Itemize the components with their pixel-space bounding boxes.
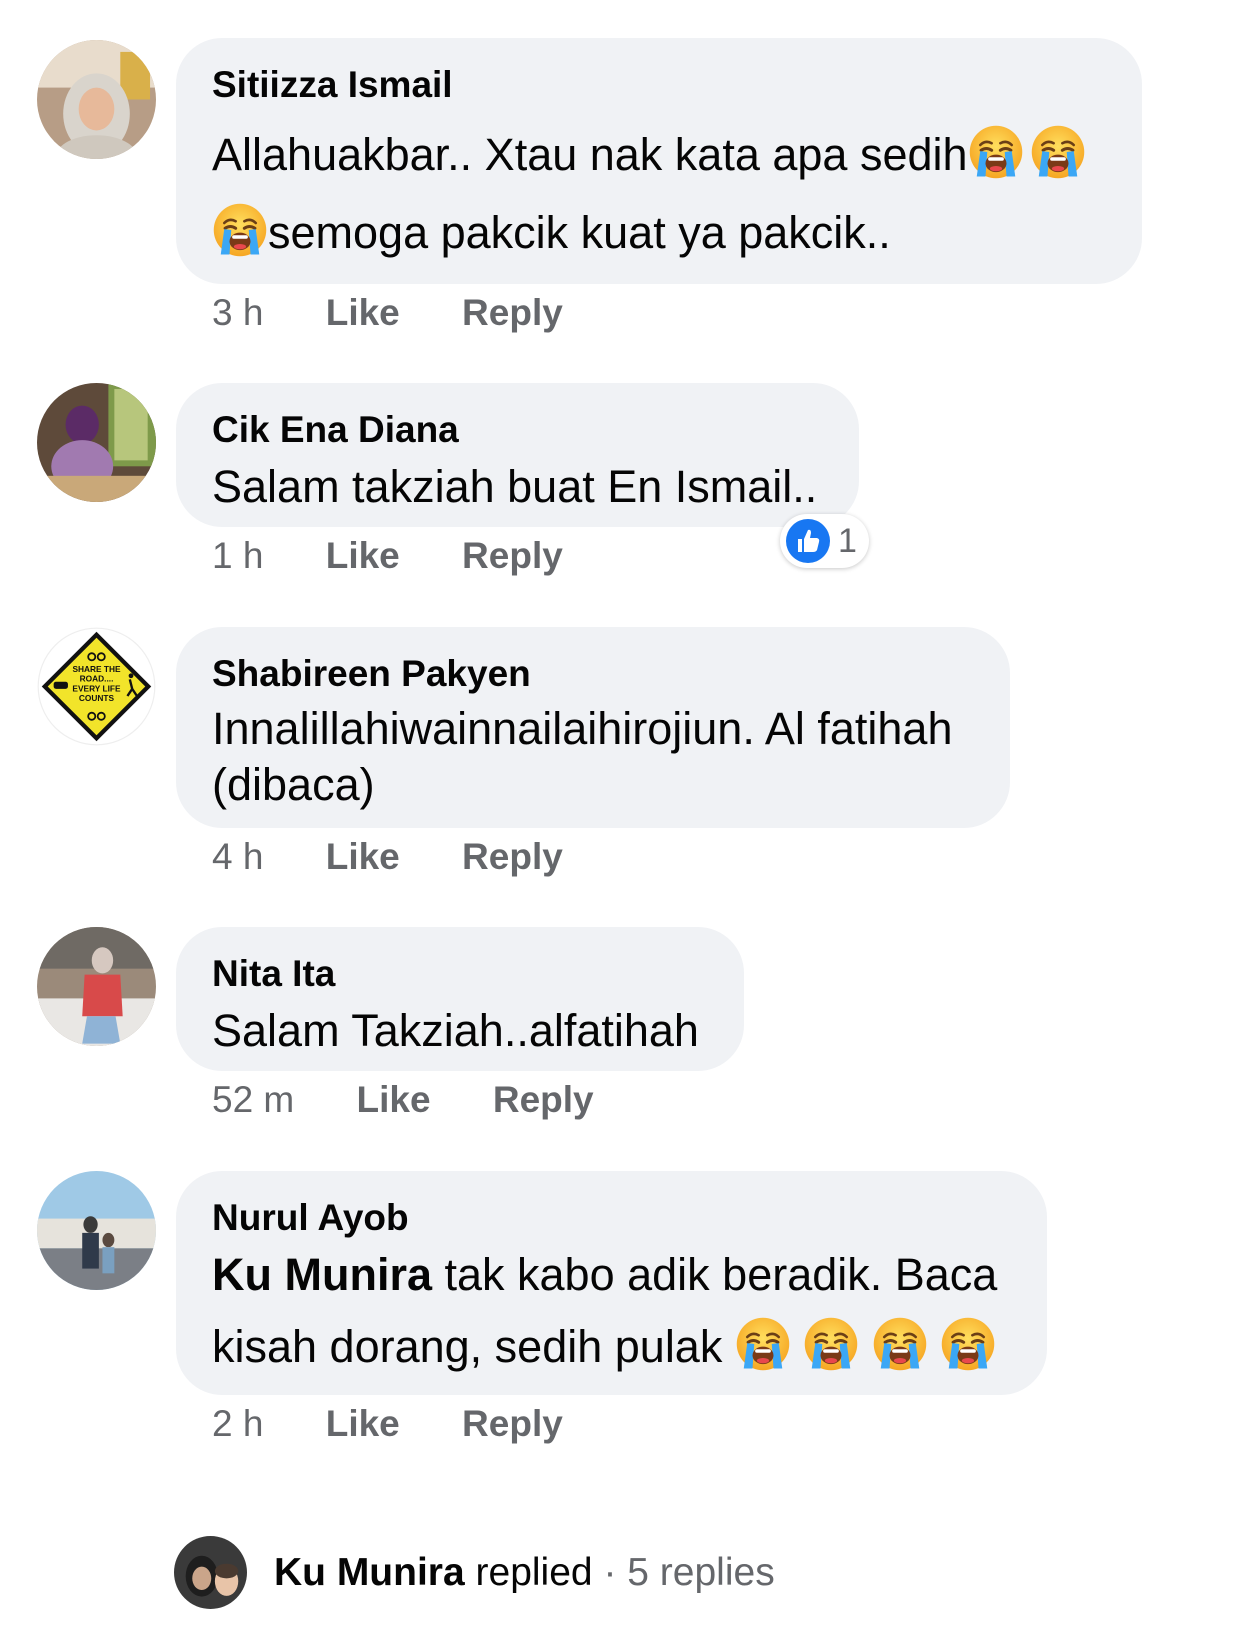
comment-bubble: Nita Ita Salam Takziah..alfatihah (176, 927, 744, 1071)
comment-bubble: Cik Ena Diana Salam takziah buat En Isma… (176, 383, 859, 527)
comment-text-line: Allahuakbar.. Xtau nak kata apa sedih (212, 129, 968, 180)
reaction-count: 1 (838, 521, 857, 560)
replies-summary: Ku Munira replied · 5 replies (274, 1551, 775, 1595)
reply-button[interactable]: Reply (462, 292, 563, 334)
reply-count: 5 replies (627, 1550, 775, 1594)
mention-link[interactable]: Ku Munira (212, 1249, 432, 1300)
comment-text: Salam Takziah..alfatihah (212, 1005, 699, 1056)
view-replies-link[interactable]: Ku Munira replied · 5 replies (174, 1535, 775, 1610)
like-button[interactable]: Like (357, 1079, 431, 1121)
comment-text: Salam takziah buat En Ismail.. (212, 461, 818, 512)
comment-bubble: Sitiizza Ismail Allahuakbar.. Xtau nak k… (176, 38, 1142, 284)
timestamp: 2 h (212, 1403, 264, 1444)
comment-bubble: Nurul Ayob Ku Munira tak kabo adik berad… (176, 1171, 1047, 1395)
loudly-crying-face-icon (1030, 124, 1086, 180)
avatar[interactable] (37, 383, 156, 502)
comment-meta: 4 h Like Reply (212, 836, 615, 878)
loudly-crying-face-icon (212, 202, 268, 258)
commenter-name[interactable]: Nita Ita (212, 953, 708, 995)
reaction-badge[interactable]: 1 (780, 514, 869, 568)
avatar-photo-icon (174, 1536, 247, 1609)
avatar[interactable] (37, 1171, 156, 1290)
reply-button[interactable]: Reply (462, 1403, 563, 1445)
avatar[interactable] (37, 927, 156, 1046)
avatar (174, 1536, 247, 1609)
avatar[interactable]: SHARE THE ROAD.... EVERY LIFE COUNTS (37, 627, 156, 746)
comment-meta: 3 h Like Reply (212, 292, 615, 334)
loudly-crying-face-icon (940, 1316, 996, 1372)
loudly-crying-face-icon (735, 1316, 791, 1372)
comment-text: Innalillahiwainnailaihirojiun. Al fatiha… (212, 701, 974, 813)
comment-text: Allahuakbar.. Xtau nak kata apa sedih se… (212, 116, 1106, 272)
comment-meta: 1 h Like Reply (212, 535, 615, 577)
loudly-crying-face-icon (968, 124, 1024, 180)
avatar-photo-icon (37, 383, 156, 502)
svg-text:SHARE THE: SHARE THE (72, 664, 121, 674)
comment-text-line: Innalillahiwainnailaihirojiun. Al fatiha… (212, 703, 953, 754)
comment-text-line: semoga pakcik kuat ya pakcik.. (268, 207, 891, 258)
like-button[interactable]: Like (326, 535, 400, 577)
loudly-crying-face-icon (803, 1316, 859, 1372)
separator-dot: · (603, 1550, 617, 1594)
commenter-name[interactable]: Sitiizza Ismail (212, 64, 1106, 106)
comment-text: Ku Munira tak kabo adik beradik. Baca ki… (212, 1239, 1011, 1383)
timestamp: 1 h (212, 535, 264, 576)
avatar-photo-icon (37, 1171, 156, 1290)
replied-label: replied (475, 1550, 593, 1594)
like-button[interactable]: Like (326, 836, 400, 878)
svg-text:EVERY LIFE: EVERY LIFE (72, 683, 121, 693)
comment-text-line: tak kabo adik beradik. Baca (432, 1249, 998, 1300)
svg-text:COUNTS: COUNTS (79, 693, 115, 703)
avatar-photo-icon (37, 40, 156, 159)
commenter-name[interactable]: Nurul Ayob (212, 1197, 1011, 1239)
reply-button[interactable]: Reply (493, 1079, 594, 1121)
timestamp: 4 h (212, 836, 264, 877)
share-the-road-sign-icon: SHARE THE ROAD.... EVERY LIFE COUNTS (37, 627, 156, 746)
comment-text-line: (dibaca) (212, 759, 375, 810)
loudly-crying-face-icon (872, 1316, 928, 1372)
avatar-photo-icon (37, 927, 156, 1046)
comment-bubble: Shabireen Pakyen Innalillahiwainnailaihi… (176, 627, 1010, 828)
comment-meta: 52 m Like Reply (212, 1079, 646, 1121)
comment-meta: 2 h Like Reply (212, 1403, 615, 1445)
reply-button[interactable]: Reply (462, 836, 563, 878)
like-button[interactable]: Like (326, 1403, 400, 1445)
timestamp: 3 h (212, 292, 264, 333)
commenter-name[interactable]: Cik Ena Diana (212, 409, 823, 451)
commenter-name[interactable]: Shabireen Pakyen (212, 653, 974, 695)
svg-text:ROAD....: ROAD.... (80, 674, 114, 684)
reply-button[interactable]: Reply (462, 535, 563, 577)
replier-name: Ku Munira (274, 1550, 465, 1594)
like-thumb-icon (786, 519, 830, 563)
avatar[interactable] (37, 40, 156, 159)
like-button[interactable]: Like (326, 292, 400, 334)
timestamp: 52 m (212, 1079, 295, 1120)
comment-text-line: kisah dorang, sedih pulak (212, 1321, 723, 1372)
